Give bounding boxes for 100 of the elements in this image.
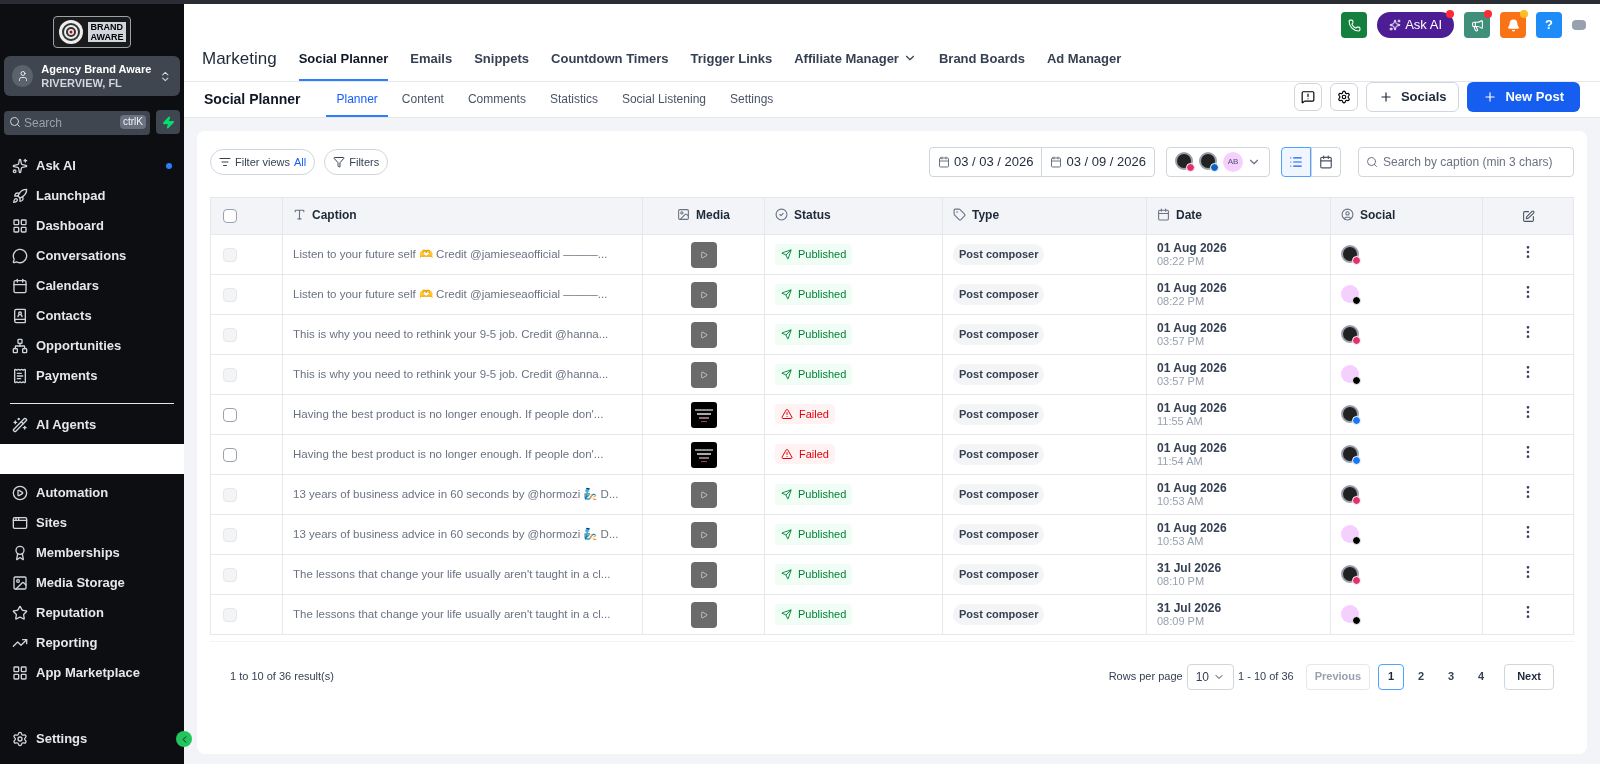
post-caption: 13 years of business advice in 60 seconds by @hormozi 🧞 D...	[293, 526, 620, 542]
phone-button[interactable]	[1341, 12, 1368, 38]
contact-book-icon	[12, 308, 28, 324]
post-caption: Having the best product is no longer enough. If people don'...	[293, 406, 605, 422]
bell-icon	[1506, 18, 1520, 32]
page-button[interactable]: 4	[1468, 663, 1495, 690]
next-button[interactable]: Next	[1504, 663, 1554, 690]
post-date: 01 Aug 2026	[1157, 521, 1228, 535]
page-button[interactable]: 2	[1408, 663, 1435, 690]
post-time: 10:53 AM	[1157, 494, 1205, 508]
module-tab[interactable]: Brand Boards	[938, 48, 1025, 81]
post-caption: Listen to your future self 🫶 Credit @jamieseaofficial ———...	[293, 246, 609, 262]
post-type-tag: Post composer	[953, 604, 1045, 625]
post-caption: This is why you need to rethink your 9-5 job. Credit @hanna...	[293, 326, 610, 342]
row-checkbox[interactable]	[223, 447, 237, 462]
notifications-button[interactable]	[1500, 12, 1526, 38]
column-header: Media	[677, 205, 730, 224]
list-icon	[1289, 155, 1303, 169]
post-date: 31 Jul 2026	[1157, 561, 1223, 575]
column-header: Social	[1341, 205, 1396, 224]
sidebar-item[interactable]: Contacts	[4, 301, 180, 331]
column-header: Caption	[293, 205, 357, 224]
sidebar-item[interactable]: Automation	[4, 478, 180, 508]
page-title: Social Planner	[204, 90, 301, 109]
settings-button[interactable]	[1329, 82, 1358, 111]
sidebar-item[interactable]: Media Storage	[4, 568, 180, 598]
award-icon	[12, 545, 28, 561]
module-tab[interactable]: Snippets	[474, 48, 530, 81]
sub-tab[interactable]: Settings	[720, 82, 784, 117]
sidebar-item[interactable]: Opportunities	[4, 331, 180, 361]
post-date: 01 Aug 2026	[1157, 361, 1228, 375]
tag-icon	[953, 208, 966, 222]
post-caption: Having the best product is no longer enough. If people don'...	[293, 446, 605, 462]
status-badge: Failed	[775, 403, 835, 425]
sidebar-item[interactable]: Launchpad	[4, 181, 180, 211]
select-all-checkbox[interactable]	[223, 209, 237, 223]
sub-tab[interactable]: Social Listening	[611, 82, 716, 117]
post-date: 01 Aug 2026	[1157, 401, 1228, 415]
sidebar-item[interactable]: Settings	[4, 724, 176, 754]
account-selector[interactable]: AB	[1166, 147, 1270, 177]
sub-tab[interactable]: Planner	[326, 82, 388, 117]
post-type-tag: Post composer	[953, 564, 1045, 585]
feedback-icon	[1300, 89, 1315, 104]
network-icon	[12, 338, 28, 354]
sidebar-item[interactable]: Calendars	[4, 271, 180, 301]
status-badge: Published	[775, 364, 853, 385]
post-time: 08:10 PM	[1157, 574, 1206, 588]
post-date: 01 Aug 2026	[1157, 321, 1228, 335]
sidebar-item[interactable]: App Marketplace	[4, 658, 180, 688]
sidebar-item[interactable]: Dashboard	[4, 211, 180, 241]
module-tab[interactable]: Ad Manager	[1046, 48, 1122, 81]
page-button[interactable]: 1	[1378, 663, 1405, 690]
status-badge: Published	[775, 524, 853, 545]
module-tab[interactable]: Trigger Links	[690, 48, 773, 81]
social-account-avatar	[1175, 152, 1195, 172]
module-tab[interactable]: Affiliate Manager	[794, 48, 917, 81]
ask-ai-button[interactable]: Ask AI	[1377, 12, 1454, 38]
sidebar-item[interactable]: Conversations	[4, 241, 180, 271]
quick-action-button[interactable]	[156, 110, 180, 134]
collapse-button[interactable]	[176, 731, 192, 747]
sub-tab[interactable]: Statistics	[539, 82, 608, 117]
sidebar-item[interactable]: Payments	[4, 361, 180, 391]
results-summary: 1 to 10 of 36 result(s)	[230, 669, 334, 685]
sub-tab[interactable]: Comments	[457, 82, 536, 117]
plus-icon	[1483, 89, 1498, 104]
column-header: Status	[775, 205, 831, 224]
sidebar-item[interactable]: Reporting	[4, 628, 180, 658]
calendar-icon	[1319, 155, 1333, 169]
sidebar-item[interactable]: Memberships	[4, 538, 180, 568]
user-icon	[16, 70, 29, 82]
sub-tab[interactable]: Content	[391, 82, 454, 117]
image-icon	[12, 575, 28, 591]
post-time: 08:09 PM	[1157, 614, 1206, 628]
grid-icon	[12, 665, 28, 681]
rows-per-page-select[interactable]: 10	[1186, 663, 1235, 690]
announcements-button[interactable]	[1464, 12, 1490, 38]
chat-bubble-icon	[12, 248, 28, 264]
sidebar-item[interactable]: Ask AI	[4, 151, 180, 181]
page-button[interactable]: 3	[1438, 663, 1465, 690]
new-post-button[interactable]: New Post	[1467, 81, 1580, 112]
caption-search-field[interactable]: Search by caption (min 3 chars)	[1358, 147, 1574, 177]
status-badge: Published	[775, 564, 853, 585]
post-time: 11:55 AM	[1157, 414, 1204, 428]
account-initials-avatar: AB	[1223, 152, 1243, 172]
module-tab[interactable]: Social Planner	[298, 48, 389, 81]
account-switcher[interactable]: Agency Brand Aware RIVERVIEW, FL	[4, 56, 180, 96]
calendar-view-button[interactable]	[1311, 147, 1341, 177]
feedback-button[interactable]	[1293, 82, 1322, 111]
lightning-icon	[161, 115, 175, 129]
sidebar-item[interactable]: Reputation	[4, 598, 180, 628]
column-header: Type	[953, 205, 1000, 224]
module-tab[interactable]: Countdown Timers	[551, 48, 669, 81]
row-checkbox[interactable]	[223, 407, 237, 422]
edit-columns-icon[interactable]	[1521, 210, 1535, 224]
grid-icon	[12, 218, 28, 234]
socials-button[interactable]: Socials	[1365, 81, 1460, 112]
module-tab[interactable]: Emails	[410, 48, 453, 81]
post-caption: 13 years of business advice in 60 seconds by @hormozi 🧞 D...	[293, 486, 620, 502]
sidebar-item[interactable]: AI Agents	[4, 410, 180, 440]
sidebar-item[interactable]: Sites	[4, 508, 180, 538]
